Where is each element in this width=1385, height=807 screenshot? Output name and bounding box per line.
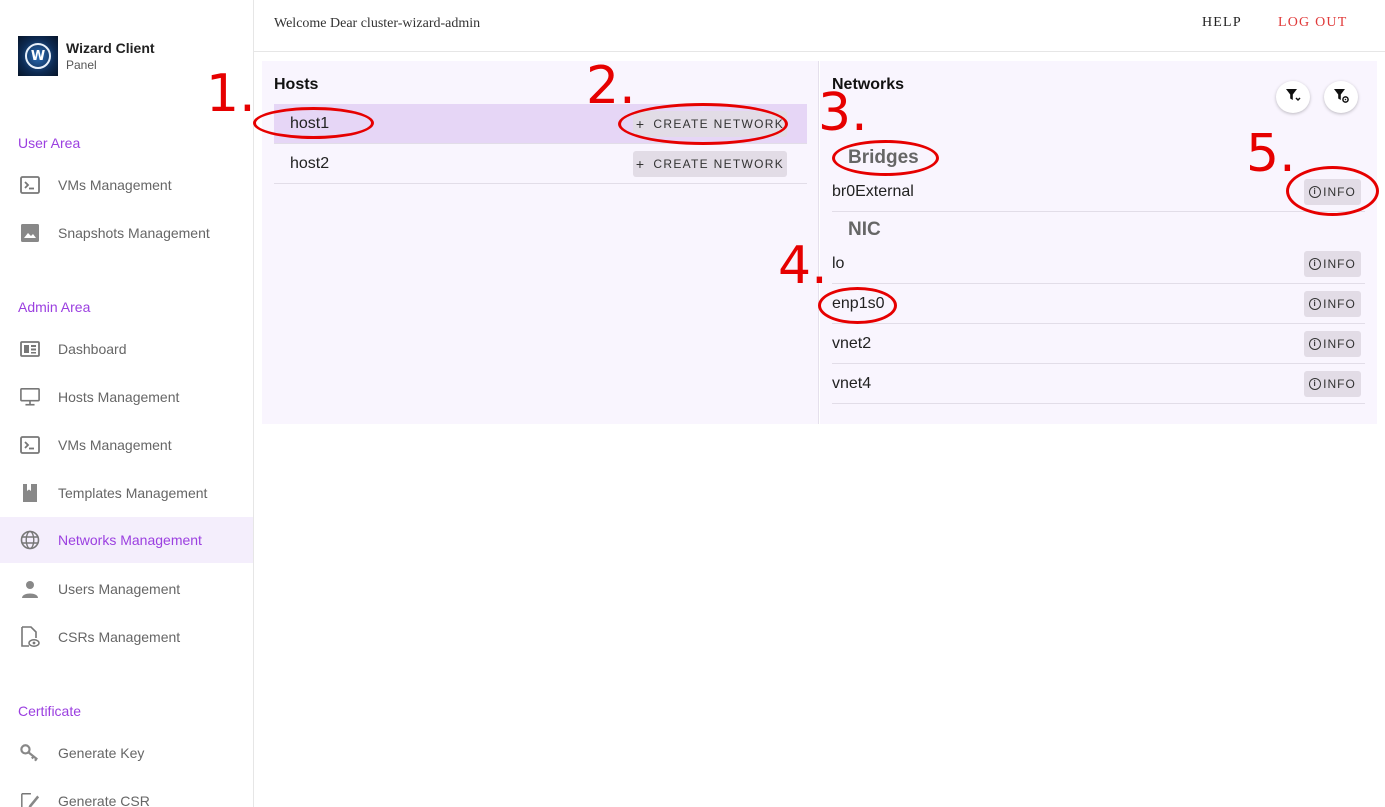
network-name: vnet2 [832,334,872,352]
section-certificate: Certificate [18,703,82,719]
sidebar-item-networks-management[interactable]: Networks Management [0,517,253,563]
create-network-button[interactable]: + CREATE NETWORK [633,151,787,177]
network-name: br0External [832,182,914,200]
filter-settings-button[interactable] [1324,81,1358,113]
brand[interactable]: W Wizard Client Panel [18,36,155,76]
logo: W [18,36,58,76]
sidebar-item-label: VMs Management [58,437,172,453]
info-button[interactable]: i INFO [1304,291,1361,317]
info-icon: i [1309,378,1322,390]
info-icon: i [1309,338,1322,350]
document-eye-icon [20,626,40,647]
sidebar-item-generate-csr[interactable]: Generate CSR [0,778,253,807]
annotation-number-5: 5. [1246,124,1296,184]
annotation-oval-1 [253,107,374,139]
person-icon [20,579,40,599]
sidebar-item-generate-key[interactable]: Generate Key [0,730,253,776]
network-row-vnet4[interactable]: vnet4 i INFO [832,364,1365,404]
hosts-title: Hosts [274,76,319,93]
sidebar-item-label: Generate Key [58,745,145,761]
terminal-icon [20,435,40,455]
sidebar-item-label: Hosts Management [58,389,180,405]
filter-icon [1285,87,1301,108]
section-admin-area: Admin Area [18,299,91,315]
annotation-oval-5 [1286,166,1379,216]
annotation-number-3: 3. [818,83,868,143]
annotation-oval-3 [832,140,939,176]
sidebar-item-vms-management-user[interactable]: VMs Management [0,162,253,208]
bookmark-icon [20,483,40,503]
edit-document-icon [20,791,40,807]
filter-button[interactable] [1276,81,1310,113]
nic-group-label: NIC [848,219,881,240]
monitor-icon [20,387,40,407]
top-header: Welcome Dear cluster-wizard-admin HELP L… [254,0,1385,52]
networks-panel: Networks Bridges br0External i INFO NIC … [820,61,1377,424]
network-name: vnet4 [832,374,872,392]
info-icon: i [1309,258,1322,270]
info-button[interactable]: i INFO [1304,251,1361,277]
sidebar-item-label: VMs Management [58,177,172,193]
logo-letter: W [25,43,51,69]
network-row-vnet2[interactable]: vnet2 i INFO [832,324,1365,364]
network-name: lo [832,254,845,272]
filter-settings-icon [1333,87,1349,108]
info-icon: i [1309,298,1322,310]
annotation-oval-4 [818,287,897,324]
info-label: INFO [1323,297,1356,311]
section-user-area: User Area [18,135,81,151]
terminal-icon [20,175,40,195]
sidebar-item-snapshots-management[interactable]: Snapshots Management [0,210,253,256]
logout-link[interactable]: LOG OUT [1278,15,1347,31]
info-label: INFO [1323,337,1356,351]
info-button[interactable]: i INFO [1304,331,1361,357]
brand-title: Wizard Client [66,40,155,56]
sidebar-item-label: Templates Management [58,485,208,501]
sidebar-item-label: CSRs Management [58,629,181,645]
sidebar-item-label: Generate CSR [58,793,150,807]
annotation-number-1: 1. [206,64,256,124]
sidebar-item-label: Users Management [58,581,181,597]
network-row-lo[interactable]: lo i INFO [832,244,1365,284]
sidebar-item-dashboard[interactable]: Dashboard [0,326,253,372]
host-row-host2[interactable]: host2 + CREATE NETWORK [274,144,807,184]
dashboard-icon [20,339,40,359]
info-label: INFO [1323,257,1356,271]
host-name: host2 [290,154,330,172]
globe-icon [20,530,40,550]
info-label: INFO [1323,377,1356,391]
annotation-oval-2 [618,103,788,145]
sidebar-item-label: Networks Management [58,532,202,548]
image-icon [20,223,40,243]
sidebar-item-label: Snapshots Management [58,225,210,241]
key-icon [20,743,40,763]
help-link[interactable]: HELP [1202,15,1242,31]
sidebar-item-users-management[interactable]: Users Management [0,566,253,612]
annotation-number-4: 4. [778,236,828,296]
sidebar-item-hosts-management[interactable]: Hosts Management [0,374,253,420]
brand-subtitle: Panel [66,58,97,72]
annotation-number-2: 2. [586,56,636,116]
sidebar-item-csrs-management[interactable]: CSRs Management [0,614,253,660]
sidebar-item-templates-management[interactable]: Templates Management [0,470,253,516]
network-row-enp1s0[interactable]: enp1s0 i INFO [832,284,1365,324]
sidebar-item-label: Dashboard [58,341,127,357]
info-button[interactable]: i INFO [1304,371,1361,397]
plus-icon: + [635,156,646,172]
create-network-label: CREATE NETWORK [653,157,785,171]
sidebar-item-vms-management-admin[interactable]: VMs Management [0,422,253,468]
welcome-text: Welcome Dear cluster-wizard-admin [274,16,481,31]
